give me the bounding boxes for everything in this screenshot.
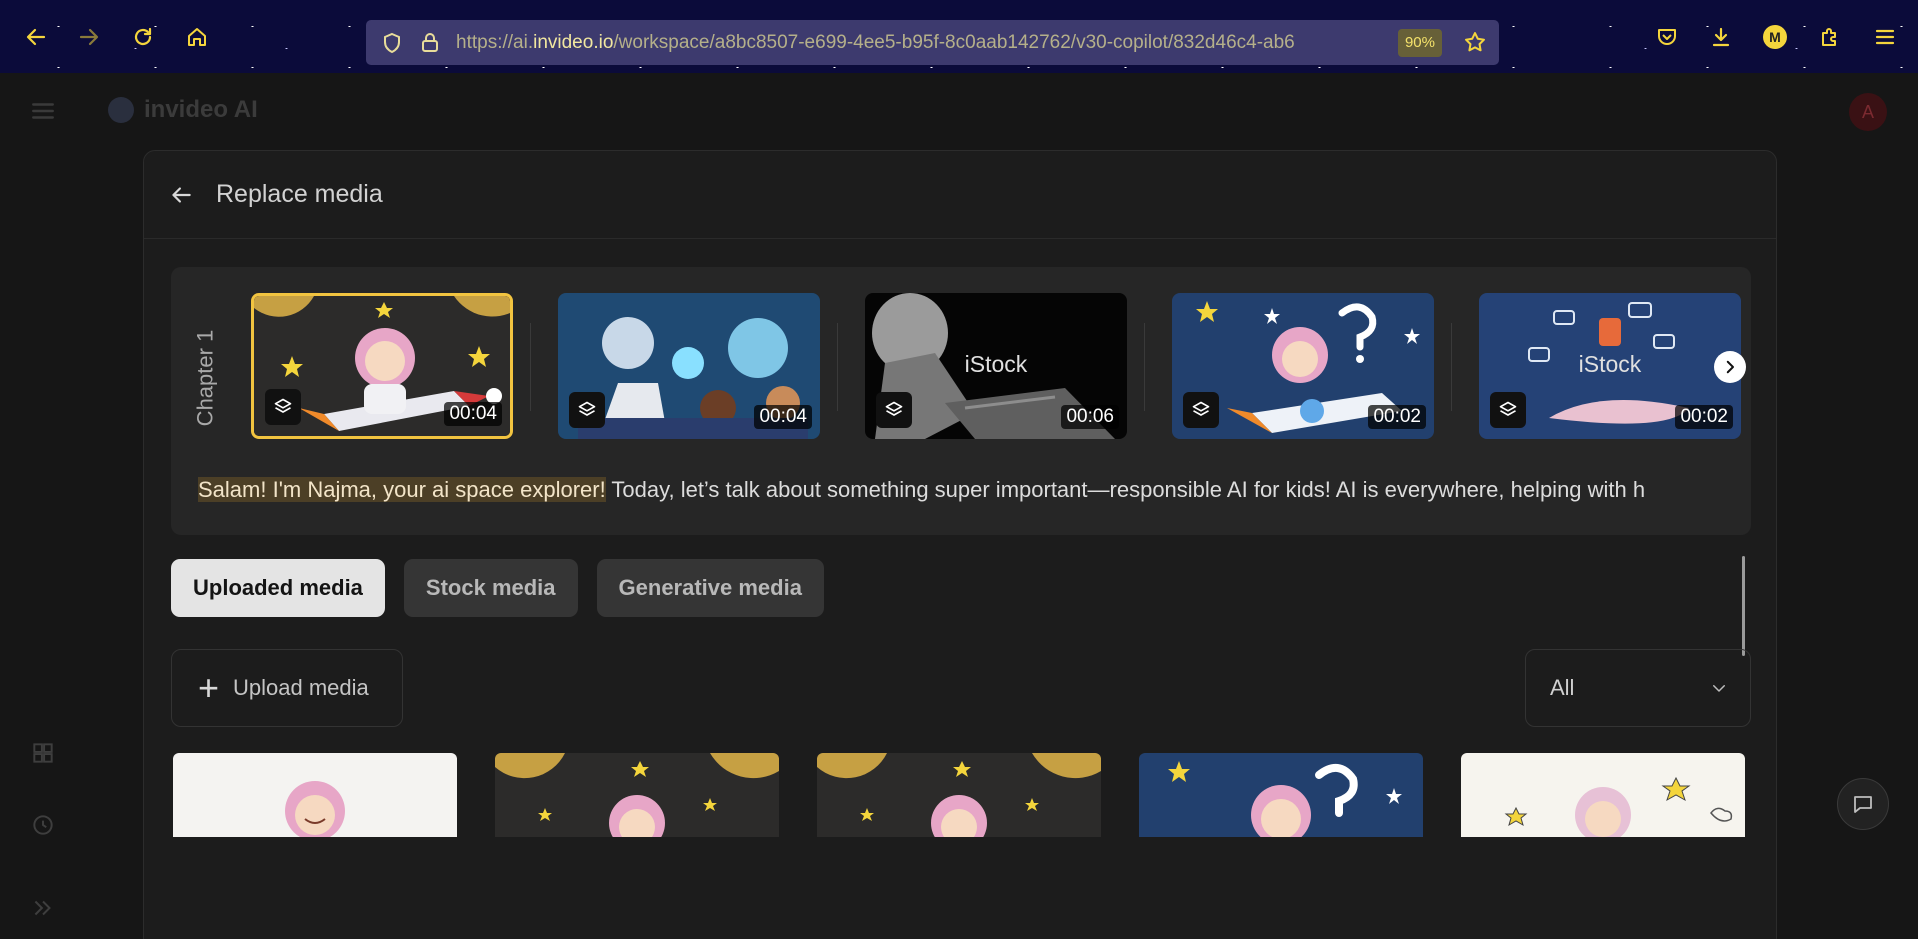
script-highlight: Salam! I'm Najma, your ai space explorer… — [198, 477, 606, 502]
browser-toolbar: https://ai.invideo.io/workspace/a8bc8507… — [0, 0, 1918, 73]
user-avatar[interactable]: A — [1849, 93, 1887, 131]
media-thumbnail[interactable] — [173, 753, 457, 837]
clock-icon[interactable] — [30, 812, 56, 838]
back-button[interactable] — [21, 22, 51, 52]
bookmark-star-icon[interactable] — [1463, 30, 1487, 54]
hamburger-icon — [1875, 29, 1895, 45]
logo-mark-icon — [108, 97, 134, 123]
replace-media-modal: Replace media Chapter 1 00:04 00:04 iSto… — [143, 150, 1777, 939]
layers-icon[interactable] — [569, 392, 605, 428]
arrow-left-icon — [172, 186, 191, 203]
layers-icon[interactable] — [876, 392, 912, 428]
app-menu-icon[interactable] — [30, 98, 56, 124]
chapter-clip[interactable]: 00:02 — [1172, 293, 1434, 439]
clip-divider — [1144, 323, 1145, 411]
chapter-clip[interactable]: 00:04 — [251, 293, 513, 439]
chat-button[interactable] — [1837, 778, 1889, 830]
downloads-button[interactable] — [1706, 22, 1736, 52]
script-text: Today, let’s talk about something super … — [605, 477, 1646, 502]
carousel-next-button[interactable] — [1714, 351, 1746, 383]
layers-icon[interactable] — [1183, 392, 1219, 428]
forward-button[interactable] — [74, 22, 104, 52]
pocket-button[interactable] — [1652, 22, 1682, 52]
address-bar[interactable]: https://ai.invideo.io/workspace/a8bc8507… — [366, 20, 1499, 65]
modal-header: Replace media — [144, 151, 1776, 239]
home-icon — [188, 28, 206, 46]
extensions-button[interactable] — [1815, 22, 1845, 52]
media-thumbnail[interactable] — [817, 753, 1101, 837]
media-filter-select[interactable]: All — [1525, 649, 1751, 727]
app-brand-name: invideo AI — [144, 96, 258, 123]
download-icon — [1712, 27, 1730, 47]
upload-media-button[interactable]: + Upload media — [171, 649, 403, 727]
clip-duration: 00:04 — [444, 402, 502, 426]
modal-title: Replace media — [216, 180, 383, 208]
zoom-indicator[interactable]: 90% — [1397, 29, 1442, 57]
account-avatar: M — [1763, 25, 1787, 49]
scrollbar-thumb[interactable] — [1742, 556, 1745, 656]
menu-button[interactable] — [1870, 22, 1900, 52]
chapter-label: Chapter 1 — [192, 329, 217, 427]
clip-divider — [837, 323, 838, 411]
lock-icon[interactable] — [418, 31, 442, 55]
media-source-tabs: Uploaded media Stock media Generative me… — [171, 559, 824, 617]
chat-bubble-icon — [1854, 796, 1872, 813]
url-text[interactable]: https://ai.invideo.io/workspace/a8bc8507… — [456, 32, 1381, 54]
clip-duration: 00:02 — [1675, 405, 1733, 429]
layers-icon[interactable] — [265, 389, 301, 425]
clip-watermark: iStock — [1578, 351, 1642, 377]
media-thumbnail[interactable] — [495, 753, 779, 837]
app-logo[interactable]: invideo AI — [108, 96, 258, 124]
modal-back-button[interactable] — [166, 180, 196, 210]
chapter-clip[interactable]: 00:04 — [558, 293, 820, 439]
grid-icon[interactable] — [30, 740, 56, 766]
media-thumbnail[interactable] — [1139, 753, 1423, 837]
chevron-right-icon — [1726, 360, 1734, 374]
filter-value: All — [1550, 675, 1575, 700]
plus-icon: + — [198, 667, 220, 708]
tab-uploaded-media[interactable]: Uploaded media — [171, 559, 385, 617]
chapter-panel: Chapter 1 00:04 00:04 iStock 00:06 00:02… — [171, 267, 1751, 535]
clip-duration: 00:04 — [754, 405, 812, 429]
puzzle-icon — [1822, 28, 1836, 46]
media-thumbnail[interactable] — [1461, 753, 1745, 837]
tab-stock-media[interactable]: Stock media — [403, 559, 578, 617]
chapter-clip[interactable]: iStock 00:06 — [865, 293, 1127, 439]
clip-divider — [530, 323, 531, 411]
arrow-right-icon — [79, 28, 99, 46]
pocket-icon — [1658, 29, 1676, 45]
reload-icon — [134, 27, 152, 46]
uploaded-media-grid — [173, 753, 1753, 837]
chapter-script[interactable]: Salam! I'm Najma, your ai space explorer… — [198, 477, 1728, 503]
shield-icon[interactable] — [380, 31, 404, 55]
account-button[interactable]: M — [1760, 22, 1790, 52]
expand-sidebar-icon[interactable] — [30, 895, 56, 921]
layers-icon[interactable] — [1490, 392, 1526, 428]
clip-duration: 00:06 — [1061, 405, 1119, 429]
tab-generative-media[interactable]: Generative media — [596, 559, 824, 617]
upload-media-label: Upload media — [233, 675, 369, 700]
clip-divider — [1451, 323, 1452, 411]
clip-duration: 00:02 — [1368, 405, 1426, 429]
chevron-down-icon — [1713, 685, 1725, 692]
chapter-clip[interactable]: iStock 00:02 — [1479, 293, 1741, 439]
clip-watermark: iStock — [964, 351, 1028, 377]
home-button[interactable] — [182, 22, 212, 52]
reload-button[interactable] — [128, 22, 158, 52]
arrow-left-icon — [26, 28, 46, 46]
